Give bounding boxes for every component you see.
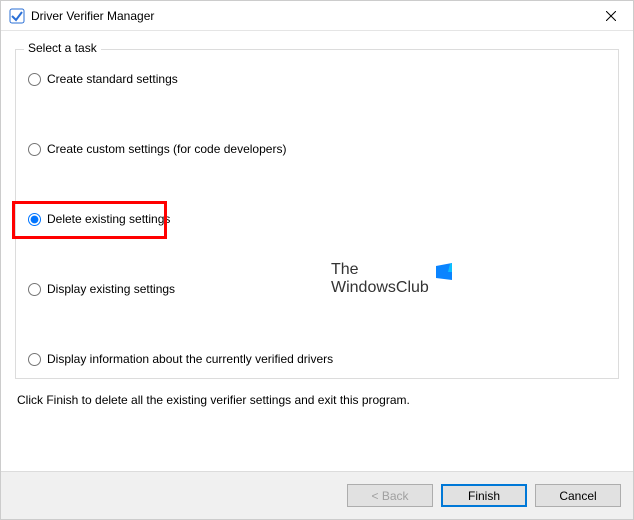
instruction-text: Click Finish to delete all the existing …: [15, 393, 619, 407]
radio-create-custom[interactable]: Create custom settings (for code develop…: [26, 138, 608, 160]
radio-label: Display information about the currently …: [47, 352, 333, 366]
radio-label: Display existing settings: [47, 282, 175, 296]
radio-label: Create standard settings: [47, 72, 178, 86]
radio-create-standard[interactable]: Create standard settings: [26, 68, 608, 90]
finish-button[interactable]: Finish: [441, 484, 527, 507]
close-icon: [606, 11, 616, 21]
content-area: Select a task Create standard settings C…: [1, 31, 633, 471]
radio-display-existing[interactable]: Display existing settings: [26, 278, 608, 300]
radio-input-delete-existing[interactable]: [28, 213, 41, 226]
radio-input-create-custom[interactable]: [28, 143, 41, 156]
window-title: Driver Verifier Manager: [31, 9, 588, 23]
button-bar: < Back Finish Cancel: [1, 471, 633, 519]
dialog-window: Driver Verifier Manager Select a task Cr…: [0, 0, 634, 520]
radio-display-info[interactable]: Display information about the currently …: [26, 348, 608, 370]
radio-input-create-standard[interactable]: [28, 73, 41, 86]
app-icon: [9, 8, 25, 24]
radio-delete-existing[interactable]: Delete existing settings: [26, 208, 608, 230]
back-button[interactable]: < Back: [347, 484, 433, 507]
radio-label: Create custom settings (for code develop…: [47, 142, 286, 156]
titlebar: Driver Verifier Manager: [1, 1, 633, 31]
close-button[interactable]: [588, 1, 633, 31]
task-groupbox: Select a task Create standard settings C…: [15, 49, 619, 379]
radio-label: Delete existing settings: [47, 212, 170, 226]
radio-input-display-info[interactable]: [28, 353, 41, 366]
radio-input-display-existing[interactable]: [28, 283, 41, 296]
cancel-button[interactable]: Cancel: [535, 484, 621, 507]
groupbox-legend: Select a task: [24, 41, 101, 55]
